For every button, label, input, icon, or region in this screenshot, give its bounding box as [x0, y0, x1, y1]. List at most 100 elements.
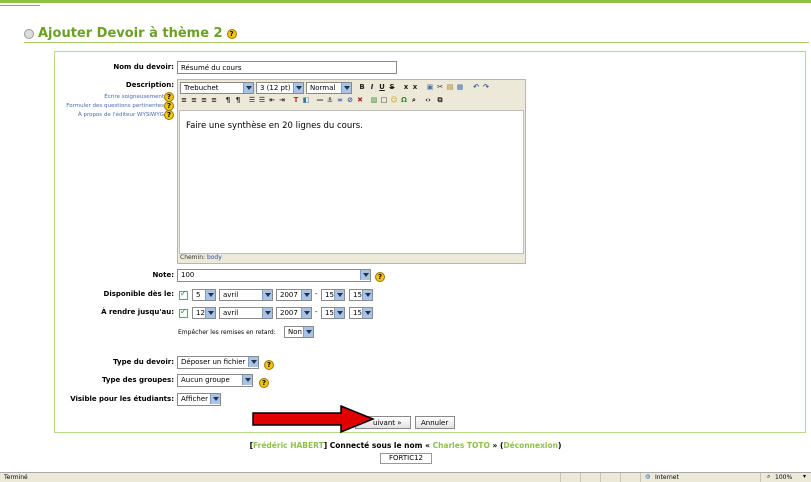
- zoom-text: 100%: [775, 474, 793, 481]
- anchor-icon[interactable]: ⚓: [326, 96, 334, 104]
- help-icon[interactable]: ?: [226, 28, 237, 39]
- smiley-icon[interactable]: ☺: [390, 96, 398, 104]
- no-link-icon[interactable]: ✖: [356, 96, 364, 104]
- visible-label: Visible pour les étudiants:: [70, 395, 174, 403]
- paste-icon[interactable]: ▤: [446, 83, 454, 91]
- footer-login-name-link[interactable]: Charles TOTO: [433, 441, 490, 450]
- chevron-down-icon: [293, 83, 303, 93]
- course-code-link[interactable]: FORTIC12: [380, 453, 432, 464]
- html-source-icon[interactable]: ‹›: [424, 96, 432, 104]
- align-right-icon[interactable]: ≡: [200, 96, 208, 104]
- paragraph-style-value: Normal: [310, 84, 336, 92]
- logout-link[interactable]: Déconnexion: [503, 441, 558, 450]
- link-about-editor[interactable]: À propos de l'éditeur WYSIWYG: [54, 112, 164, 118]
- align-center-icon[interactable]: ≡: [190, 96, 198, 104]
- chevron-down-icon: [301, 308, 311, 318]
- group-type-select[interactable]: Aucun groupe: [177, 374, 253, 387]
- grade-select[interactable]: 100: [177, 269, 371, 282]
- search-replace-icon[interactable]: ⌕: [410, 96, 418, 104]
- unlink-icon[interactable]: ⊘: [346, 96, 354, 104]
- rtl-icon[interactable]: ¶: [234, 96, 242, 104]
- text-color-icon[interactable]: T: [292, 96, 300, 104]
- underline-icon[interactable]: U: [378, 83, 386, 91]
- due-year-value: 2007: [280, 309, 298, 317]
- dash-separator: -: [315, 308, 318, 316]
- ordered-list-icon[interactable]: ☰: [248, 96, 256, 104]
- italic-icon[interactable]: I: [368, 83, 376, 91]
- chevron-down-icon: [210, 394, 220, 404]
- align-left-icon[interactable]: ≡: [180, 96, 188, 104]
- globe-icon: ◍: [645, 473, 651, 480]
- help-icon[interactable]: ?: [164, 110, 174, 120]
- due-month-select[interactable]: avril: [219, 307, 273, 319]
- cancel-button[interactable]: Annuler: [415, 416, 455, 429]
- bold-icon[interactable]: B: [358, 83, 366, 91]
- fullscreen-icon[interactable]: ⧉: [436, 96, 444, 104]
- table-icon[interactable]: □: [380, 96, 388, 104]
- visible-select[interactable]: Afficher: [177, 393, 221, 406]
- cut-icon[interactable]: ✂: [436, 83, 444, 91]
- available-hour-select[interactable]: 15: [321, 289, 345, 301]
- available-month-select[interactable]: avril: [219, 289, 273, 301]
- status-segment: [620, 473, 640, 482]
- available-minute-select[interactable]: 15: [349, 289, 373, 301]
- page-title: Ajouter Devoir à thème 2 ?: [24, 26, 237, 41]
- subscript-icon[interactable]: x: [402, 83, 410, 91]
- footer-user-link[interactable]: Frédéric HABERT: [253, 441, 324, 450]
- link-icon[interactable]: ∞: [336, 96, 344, 104]
- editor-content-area[interactable]: Faire une synthèse en 20 lignes du cours…: [179, 110, 524, 254]
- strikethrough-icon[interactable]: S: [388, 83, 396, 91]
- assignment-type-label: Type du devoir:: [113, 358, 174, 366]
- help-icon[interactable]: ?: [259, 378, 269, 388]
- available-from-checkbox[interactable]: [179, 289, 188, 300]
- special-char-icon[interactable]: Ω: [400, 96, 408, 104]
- due-date-label: À rendre jusqu'au:: [101, 308, 174, 316]
- paragraph-style-select[interactable]: Normal: [306, 82, 352, 94]
- zoom-segment[interactable]: ⌕ 100% ▾: [760, 473, 811, 482]
- due-day-select[interactable]: 12: [192, 307, 216, 319]
- footer-close: ): [558, 441, 562, 450]
- unordered-list-icon[interactable]: ☰: [258, 96, 266, 104]
- image-icon[interactable]: ▨: [370, 96, 378, 104]
- editor-toolbar: Trebuchet 3 (12 pt) Normal B I U S x x ▣…: [178, 80, 525, 110]
- assignment-name-input[interactable]: Résumé du cours: [177, 61, 397, 74]
- copy-icon[interactable]: ▣: [426, 83, 434, 91]
- help-icon[interactable]: ?: [264, 360, 274, 370]
- status-segment: [580, 473, 600, 482]
- horizontal-rule-icon[interactable]: —: [316, 96, 324, 104]
- due-hour-select[interactable]: 15: [321, 307, 345, 319]
- indent-icon[interactable]: ⇥: [278, 96, 286, 104]
- highlight-icon[interactable]: ◧: [302, 96, 310, 104]
- help-icon[interactable]: ?: [375, 272, 385, 282]
- superscript-icon[interactable]: x: [411, 83, 419, 91]
- redo-icon[interactable]: ↷: [482, 83, 490, 91]
- ltr-icon[interactable]: ¶: [224, 96, 232, 104]
- status-segment: [560, 473, 580, 482]
- link-write-carefully[interactable]: Écrire soigneusement: [54, 94, 164, 100]
- font-family-select[interactable]: Trebuchet: [180, 82, 254, 94]
- font-family-value: Trebuchet: [184, 84, 219, 92]
- font-size-select[interactable]: 3 (12 pt): [256, 82, 304, 94]
- prevent-late-select[interactable]: Non: [284, 326, 314, 338]
- top-left-divider: [0, 0, 40, 6]
- assignment-type-select[interactable]: Déposer un fichier: [177, 356, 259, 369]
- available-month-value: avril: [223, 291, 239, 299]
- chevron-down-icon: [205, 290, 215, 300]
- available-day-select[interactable]: 5: [192, 289, 216, 301]
- due-year-select[interactable]: 2007: [276, 307, 312, 319]
- available-year-select[interactable]: 2007: [276, 289, 312, 301]
- chevron-down-icon: [301, 290, 311, 300]
- undo-icon[interactable]: ↶: [472, 83, 480, 91]
- path-label: Chemin:: [180, 254, 206, 261]
- footer-connected-text: ] Connecté sous le nom «: [323, 441, 430, 450]
- due-date-checkbox[interactable]: [179, 307, 188, 318]
- description-label: Description:: [125, 81, 174, 89]
- due-minute-select[interactable]: 15: [349, 307, 373, 319]
- outdent-icon[interactable]: ⇤: [268, 96, 276, 104]
- link-good-questions[interactable]: Formuler des questions pertinentes: [54, 103, 164, 109]
- paste-word-icon[interactable]: ▦: [456, 83, 464, 91]
- due-hour-value: 15: [325, 309, 334, 317]
- zone-segment: ◍ Internet: [640, 473, 760, 482]
- align-justify-icon[interactable]: ≡: [210, 96, 218, 104]
- path-body-link[interactable]: body: [207, 254, 222, 261]
